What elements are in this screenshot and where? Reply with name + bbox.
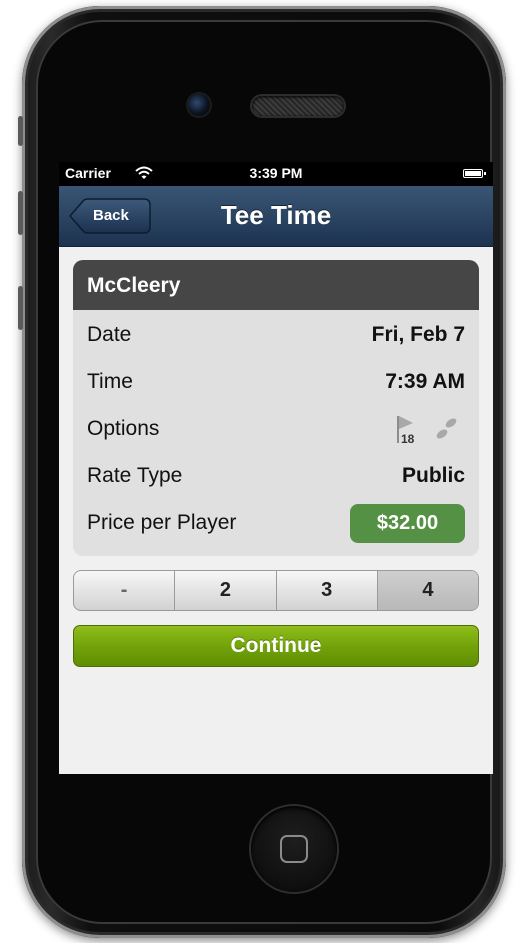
status-bar: Carrier 3:39 PM bbox=[59, 162, 493, 186]
page-title: Tee Time bbox=[220, 200, 332, 230]
players-option-4[interactable]: 4 bbox=[377, 571, 478, 610]
volume-down-button bbox=[18, 286, 23, 330]
options-icons: 18 bbox=[389, 412, 465, 446]
home-button[interactable] bbox=[251, 806, 337, 892]
silent-switch bbox=[18, 116, 23, 146]
options-icons-svg: 18 bbox=[397, 416, 457, 446]
rate-type-row: Rate Type Public bbox=[73, 451, 479, 498]
date-value: Fri, Feb 7 bbox=[371, 323, 465, 346]
players-selector: - 2 3 4 bbox=[73, 570, 479, 611]
date-label: Date bbox=[87, 323, 132, 346]
time-label: Time bbox=[87, 370, 133, 393]
players-option-2[interactable]: 2 bbox=[175, 571, 277, 610]
status-time: 3:39 PM bbox=[249, 165, 303, 181]
players-option-none[interactable]: - bbox=[74, 571, 176, 610]
continue-button[interactable]: Continue bbox=[73, 625, 479, 667]
price-badge: $32.00 bbox=[350, 504, 465, 543]
home-square-icon bbox=[280, 835, 308, 863]
price-row: Price per Player $32.00 bbox=[73, 498, 479, 545]
options-label: Options bbox=[87, 417, 160, 440]
rate-type-value: Public bbox=[401, 464, 465, 487]
footprints-icon bbox=[436, 418, 457, 439]
holes-count: 18 bbox=[401, 432, 415, 446]
time-value: 7:39 AM bbox=[385, 370, 465, 393]
battery-icon bbox=[463, 169, 486, 178]
screen: Carrier 3:39 PM Back Tee Time McCleery D… bbox=[59, 162, 493, 774]
players-option-3[interactable]: 3 bbox=[277, 571, 378, 610]
volume-up-button bbox=[18, 191, 23, 235]
course-name: McCleery bbox=[73, 260, 479, 310]
options-row: Options 18 bbox=[73, 404, 479, 451]
time-row: Time 7:39 AM bbox=[73, 357, 479, 404]
date-row: Date Fri, Feb 7 bbox=[73, 310, 479, 357]
price-label: Price per Player bbox=[87, 511, 237, 534]
rate-type-label: Rate Type bbox=[87, 464, 183, 487]
tee-time-card: McCleery Date Fri, Feb 7 Time 7:39 AM Op… bbox=[73, 260, 479, 556]
front-camera bbox=[188, 94, 210, 116]
earpiece-speaker bbox=[252, 96, 344, 116]
navigation-bar: Back Tee Time bbox=[59, 186, 493, 247]
